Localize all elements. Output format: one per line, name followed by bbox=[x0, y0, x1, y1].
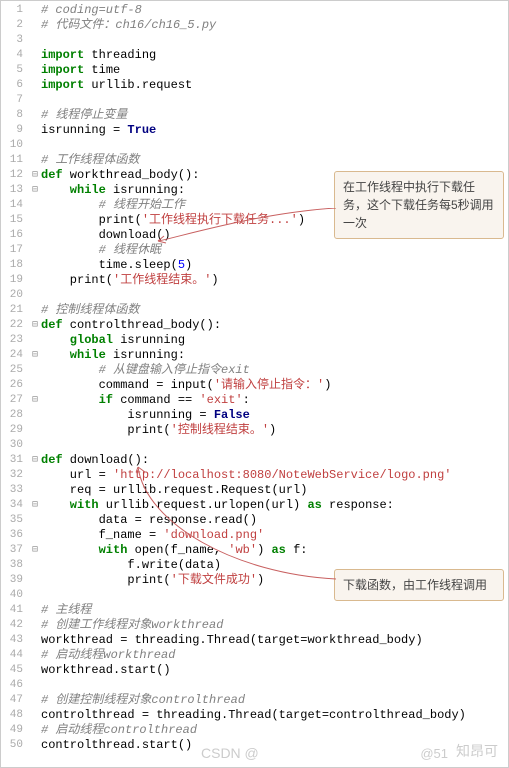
code-line: workthread = threading.Thread(target=wor… bbox=[41, 633, 508, 648]
code-editor: 1# coding=utf-8 2# 代码文件：ch16/ch16_5.py 3… bbox=[1, 1, 508, 755]
code-line: controlthread = threading.Thread(target=… bbox=[41, 708, 508, 723]
watermark: @51 bbox=[420, 746, 448, 761]
code-line: # coding=utf-8 bbox=[41, 3, 508, 18]
code-line: # 启动线程controlthread bbox=[41, 723, 508, 738]
code-line: # 创建工作线程对象workthread bbox=[41, 618, 508, 633]
code-line: print('工作线程结束。') bbox=[41, 273, 508, 288]
watermark: CSDN @ bbox=[201, 745, 259, 761]
code-line: data = response.read() bbox=[41, 513, 508, 528]
code-line: isrunning = True bbox=[41, 123, 508, 138]
code-line: workthread.start() bbox=[41, 663, 508, 678]
code-line: print('控制线程结束。') bbox=[41, 423, 508, 438]
code-line: # 工作线程体函数 bbox=[41, 153, 508, 168]
code-line: # 线程休眠 bbox=[41, 243, 508, 258]
code-line: # 创建控制线程对象controlthread bbox=[41, 693, 508, 708]
code-line: import threading bbox=[41, 48, 508, 63]
code-line: # 控制线程体函数 bbox=[41, 303, 508, 318]
code-line: def download(): bbox=[41, 453, 508, 468]
code-line: # 线程停止变量 bbox=[41, 108, 508, 123]
code-line: import time bbox=[41, 63, 508, 78]
code-line bbox=[41, 33, 508, 48]
code-line: while isrunning: bbox=[41, 348, 508, 363]
code-line: if command == 'exit': bbox=[41, 393, 508, 408]
code-line: command = input('请输入停止指令：') bbox=[41, 378, 508, 393]
code-line: f_name = 'download.png' bbox=[41, 528, 508, 543]
code-line: # 启动线程workthread bbox=[41, 648, 508, 663]
annotation-callout: 在工作线程中执行下载任务，这个下载任务每5秒调用一次 bbox=[334, 171, 504, 239]
code-line: # 从键盘输入停止指令exit bbox=[41, 363, 508, 378]
code-line: global isrunning bbox=[41, 333, 508, 348]
code-line: with open(f_name, 'wb') as f: bbox=[41, 543, 508, 558]
code-line: # 主线程 bbox=[41, 603, 508, 618]
annotation-callout: 下载函数，由工作线程调用 bbox=[334, 569, 504, 601]
code-line: req = urllib.request.Request(url) bbox=[41, 483, 508, 498]
code-line: def controlthread_body(): bbox=[41, 318, 508, 333]
code-line: # 代码文件：ch16/ch16_5.py bbox=[41, 18, 508, 33]
watermark: 知昂可 bbox=[456, 741, 498, 761]
code-line: url = 'http://localhost:8080/NoteWebServ… bbox=[41, 468, 508, 483]
code-line: isrunning = False bbox=[41, 408, 508, 423]
code-line: time.sleep(5) bbox=[41, 258, 508, 273]
code-line: import urllib.request bbox=[41, 78, 508, 93]
code-line: with urllib.request.urlopen(url) as resp… bbox=[41, 498, 508, 513]
